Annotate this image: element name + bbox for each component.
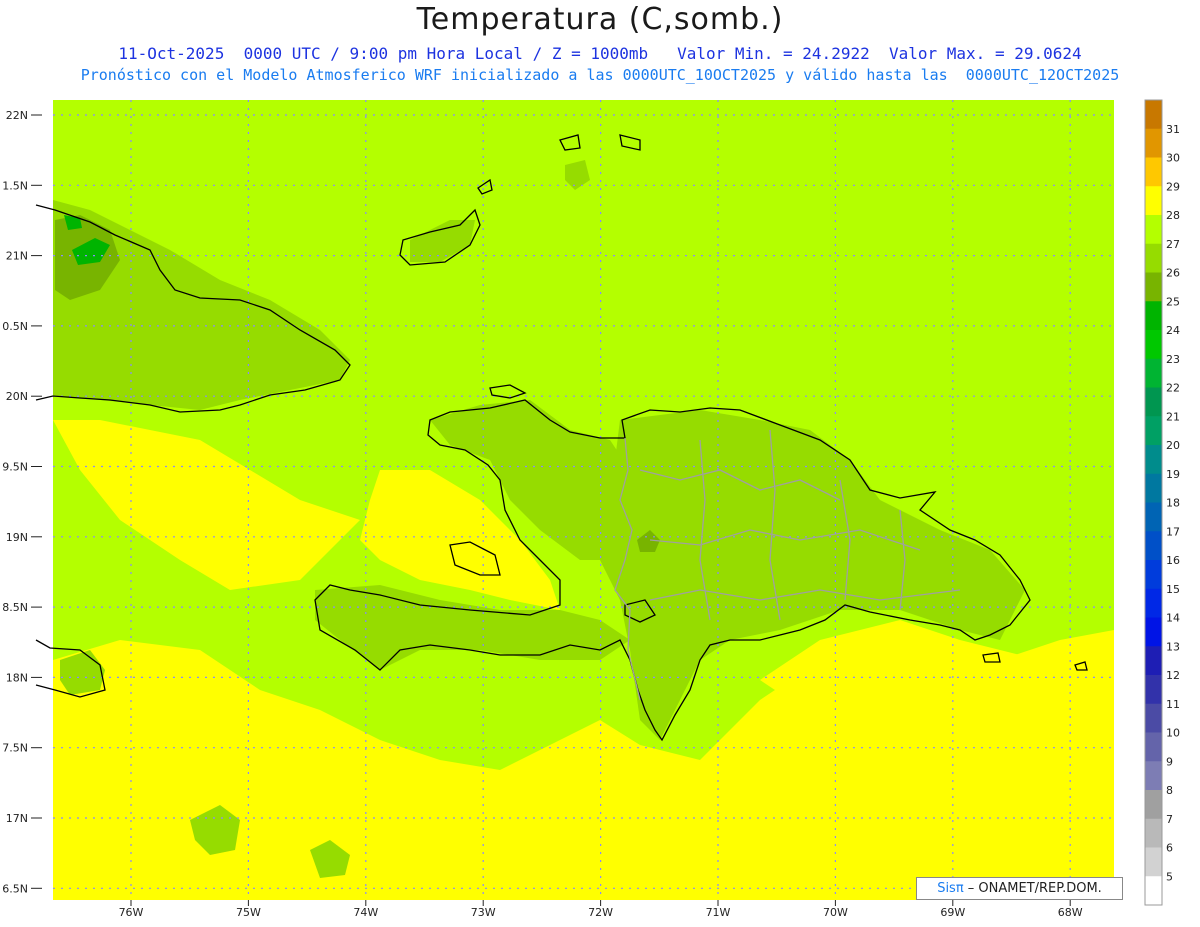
latitude-label: 0.5N (2, 320, 28, 333)
longitude-label: 71W (706, 906, 731, 919)
colorbar-label: 22 (1166, 382, 1180, 395)
latitude-label: 17N (6, 812, 28, 825)
latitude-label: 22N (6, 109, 28, 122)
longitude-label: 69W (940, 906, 965, 919)
colorbar-swatch (1145, 330, 1162, 360)
latitude-label: 18N (6, 671, 28, 684)
colorbar-label: 21 (1166, 410, 1180, 423)
colorbar-label: 16 (1166, 554, 1180, 567)
colorbar-swatch (1145, 531, 1162, 561)
org-label: – ONAMET/REP.DOM. (963, 881, 1102, 896)
colorbar-label: 9 (1166, 755, 1173, 768)
colorbar-label: 7 (1166, 813, 1173, 826)
colorbar-label: 27 (1166, 238, 1180, 251)
longitude-label: 68W (1058, 906, 1083, 919)
longitude-label: 72W (588, 906, 613, 919)
temperature-map: 22N 1.5N 21N 0.5N 20N 9.5N 19N 8.5N 18N 7.5N 17N 6.… (2, 99, 1180, 919)
colorbar-swatch (1145, 818, 1162, 848)
colorbar-label: 19 (1166, 468, 1180, 481)
colorbar-label: 29 (1166, 180, 1180, 193)
latitude-label: 1.5N (2, 179, 28, 192)
colorbar-label: 18 (1166, 497, 1180, 510)
colorbar-swatch (1145, 272, 1162, 302)
colorbar-swatch (1145, 617, 1162, 647)
colorbar-swatch (1145, 445, 1162, 475)
colorbar-swatch (1145, 157, 1162, 187)
colorbar-label: 14 (1166, 612, 1180, 625)
colorbar-swatch (1145, 243, 1162, 273)
colorbar-swatch (1145, 502, 1162, 532)
longitude-labels: 76W 75W 74W 73W 72W 71W 70W 69W 68W (119, 900, 1083, 919)
longitude-label: 73W (471, 906, 496, 919)
latitude-label: 8.5N (2, 601, 28, 614)
credit-label: Sisπ – ONAMET/REP.DOM. (916, 877, 1123, 900)
colorbar-label: 31 (1166, 123, 1180, 136)
colorbar-label: 12 (1166, 669, 1180, 682)
longitude-label: 76W (119, 906, 144, 919)
colorbar-swatch (1145, 301, 1162, 331)
colorbar-swatch (1145, 790, 1162, 820)
colorbar-swatch (1145, 703, 1162, 733)
brand-label: Sisπ (937, 881, 964, 896)
latitude-label: 21N (6, 250, 28, 263)
colorbar-swatch (1145, 100, 1162, 130)
colorbar-label: 6 (1166, 842, 1173, 855)
colorbar-swatch (1145, 186, 1162, 216)
colorbar-label: 24 (1166, 324, 1180, 337)
colorbar-swatch (1145, 588, 1162, 618)
colorbar-label: 23 (1166, 353, 1180, 366)
colorbar-swatch (1145, 847, 1162, 877)
colorbar-label: 8 (1166, 784, 1173, 797)
colorbar-label: 13 (1166, 640, 1180, 653)
latitude-label: 7.5N (2, 742, 28, 755)
colorbar-swatch (1145, 358, 1162, 388)
colorbar-swatch (1145, 473, 1162, 503)
colorbar-label: 30 (1166, 152, 1180, 165)
colorbar-swatch (1145, 876, 1162, 906)
colorbar-label: 10 (1166, 727, 1180, 740)
colorbar: 31 30 29 28 27 26 25 24 23 22 21 20 19 18 17 16 15 14 13 12… (1144, 99, 1180, 906)
colorbar-swatch (1145, 646, 1162, 676)
colorbar-swatch (1145, 215, 1162, 245)
colorbar-swatch (1145, 732, 1162, 762)
colorbar-label: 17 (1166, 525, 1180, 538)
colorbar-swatch (1145, 416, 1162, 446)
colorbar-swatch (1145, 128, 1162, 158)
colorbar-swatch (1145, 675, 1162, 705)
latitude-label: 9.5N (2, 461, 28, 474)
latitude-label: 6.5N (2, 882, 28, 895)
colorbar-label: 26 (1166, 267, 1180, 280)
colorbar-label: 5 (1166, 870, 1173, 883)
colorbar-label: 20 (1166, 439, 1180, 452)
longitude-label: 75W (236, 906, 261, 919)
longitude-label: 70W (823, 906, 848, 919)
colorbar-swatch (1145, 387, 1162, 417)
longitude-label: 74W (353, 906, 378, 919)
colorbar-swatch (1145, 761, 1162, 791)
latitude-label: 19N (6, 531, 28, 544)
colorbar-swatch (1145, 560, 1162, 590)
colorbar-label: 11 (1166, 698, 1180, 711)
colorbar-label: 28 (1166, 209, 1180, 222)
colorbar-label: 15 (1166, 583, 1180, 596)
latitude-label: 20N (6, 390, 28, 403)
latitude-labels: 22N 1.5N 21N 0.5N 20N 9.5N 19N 8.5N 18N 7.5N 17N 6.… (2, 109, 42, 895)
colorbar-label: 25 (1166, 295, 1180, 308)
